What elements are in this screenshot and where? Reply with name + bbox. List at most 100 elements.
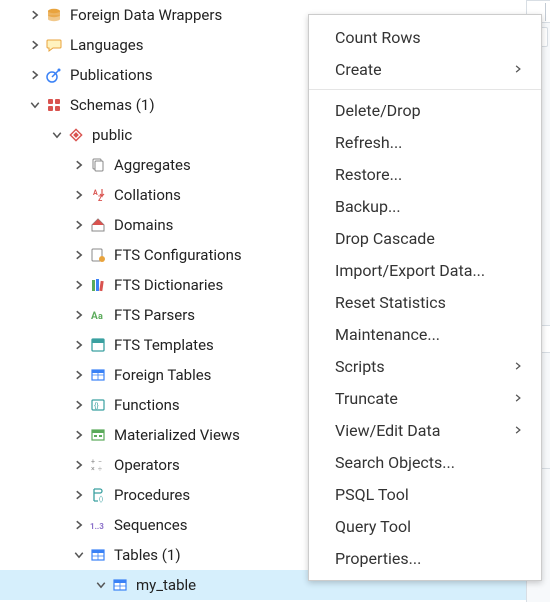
menu-label: Backup... (335, 197, 401, 216)
chevron-right-icon[interactable] (70, 216, 88, 234)
menu-separator (309, 89, 541, 90)
menu-label: Scripts (335, 357, 385, 376)
menu-label: Create (335, 60, 382, 79)
chevron-right-icon[interactable] (70, 276, 88, 294)
menu-label: Restore... (335, 165, 402, 184)
menu-label: Maintenance... (335, 325, 440, 344)
fts-parser-icon (88, 305, 108, 325)
foreign-table-icon (88, 365, 108, 385)
tree-label: my_table (136, 576, 196, 594)
chevron-right-icon[interactable] (26, 36, 44, 54)
aggregates-icon (88, 155, 108, 175)
menu-item-refresh[interactable]: Refresh... (309, 126, 541, 158)
tree-label: Procedures (114, 486, 190, 504)
tree-label: Languages (70, 36, 144, 54)
tree-label: Materialized Views (114, 426, 240, 444)
chevron-right-icon[interactable] (70, 426, 88, 444)
chevron-right-icon (513, 361, 523, 371)
fts-dict-icon (88, 275, 108, 295)
chevron-right-icon[interactable] (70, 456, 88, 474)
table-icon (110, 575, 130, 595)
chevron-right-icon[interactable] (70, 156, 88, 174)
menu-item-reset-stats[interactable]: Reset Statistics (309, 286, 541, 318)
collations-icon (88, 185, 108, 205)
tree-label: FTS Dictionaries (114, 276, 223, 294)
fts-config-icon (88, 245, 108, 265)
chevron-right-icon[interactable] (26, 66, 44, 84)
menu-label: Search Objects... (335, 453, 455, 472)
tree-label: Collations (114, 186, 181, 204)
foreign-data-wrappers-icon (44, 5, 64, 25)
menu-item-maintenance[interactable]: Maintenance... (309, 318, 541, 350)
tree-label: Domains (114, 216, 173, 234)
menu-item-view-edit[interactable]: View/Edit Data (309, 414, 541, 446)
tree-label: Functions (114, 396, 180, 414)
menu-item-drop-cascade[interactable]: Drop Cascade (309, 222, 541, 254)
chevron-right-icon[interactable] (70, 186, 88, 204)
tree-label: FTS Templates (114, 336, 214, 354)
chevron-right-icon (513, 64, 523, 74)
chevron-right-icon[interactable] (70, 366, 88, 384)
menu-label: Reset Statistics (335, 293, 446, 312)
tree-label: Tables (1) (114, 546, 181, 564)
procedures-icon (88, 485, 108, 505)
menu-label: View/Edit Data (335, 421, 440, 440)
schemas-icon (44, 95, 64, 115)
context-menu: Count Rows Create Delete/Drop Refresh...… (308, 14, 542, 581)
menu-label: PSQL Tool (335, 485, 409, 504)
menu-item-backup[interactable]: Backup... (309, 190, 541, 222)
menu-label: Query Tool (335, 517, 411, 536)
chevron-down-icon[interactable] (92, 576, 110, 594)
tree-label: Schemas (1) (70, 96, 155, 114)
matview-icon (88, 425, 108, 445)
menu-item-query-tool[interactable]: Query Tool (309, 510, 541, 542)
tree-label: Foreign Data Wrappers (70, 6, 222, 24)
menu-label: Properties... (335, 549, 421, 568)
publications-icon (44, 65, 64, 85)
tree-label: public (92, 126, 132, 144)
chevron-right-icon[interactable] (70, 246, 88, 264)
chevron-right-icon (513, 393, 523, 403)
menu-item-search-objects[interactable]: Search Objects... (309, 446, 541, 478)
menu-label: Drop Cascade (335, 229, 435, 248)
tree-label: Operators (114, 456, 180, 474)
tree-label: Foreign Tables (114, 366, 211, 384)
menu-label: Count Rows (335, 28, 421, 47)
chevron-right-icon[interactable] (70, 336, 88, 354)
domains-icon (88, 215, 108, 235)
schema-icon (66, 125, 86, 145)
menu-item-properties[interactable]: Properties... (309, 542, 541, 574)
menu-item-psql-tool[interactable]: PSQL Tool (309, 478, 541, 510)
tree-label: FTS Configurations (114, 246, 242, 264)
chevron-right-icon[interactable] (70, 486, 88, 504)
menu-item-scripts[interactable]: Scripts (309, 350, 541, 382)
chevron-down-icon[interactable] (26, 96, 44, 114)
menu-label: Import/Export Data... (335, 261, 485, 280)
languages-icon (44, 35, 64, 55)
tree-label: Sequences (114, 516, 187, 534)
tree-label: Publications (70, 66, 153, 84)
chevron-right-icon[interactable] (26, 6, 44, 24)
chevron-down-icon[interactable] (48, 126, 66, 144)
menu-label: Truncate (335, 389, 398, 408)
menu-label: Delete/Drop (335, 101, 421, 120)
menu-item-import-export[interactable]: Import/Export Data... (309, 254, 541, 286)
menu-item-truncate[interactable]: Truncate (309, 382, 541, 414)
menu-item-delete-drop[interactable]: Delete/Drop (309, 94, 541, 126)
tree-label: Aggregates (114, 156, 191, 174)
functions-icon (88, 395, 108, 415)
chevron-right-icon[interactable] (70, 516, 88, 534)
chevron-right-icon[interactable] (70, 396, 88, 414)
menu-item-restore[interactable]: Restore... (309, 158, 541, 190)
fts-template-icon (88, 335, 108, 355)
chevron-right-icon (513, 425, 523, 435)
menu-label: Refresh... (335, 133, 402, 152)
chevron-down-icon[interactable] (70, 546, 88, 564)
operators-icon (88, 455, 108, 475)
sequences-icon (88, 515, 108, 535)
chevron-right-icon[interactable] (70, 306, 88, 324)
tables-icon (88, 545, 108, 565)
menu-item-count-rows[interactable]: Count Rows (309, 21, 541, 53)
menu-item-create[interactable]: Create (309, 53, 541, 85)
tree-label: FTS Parsers (114, 306, 195, 324)
